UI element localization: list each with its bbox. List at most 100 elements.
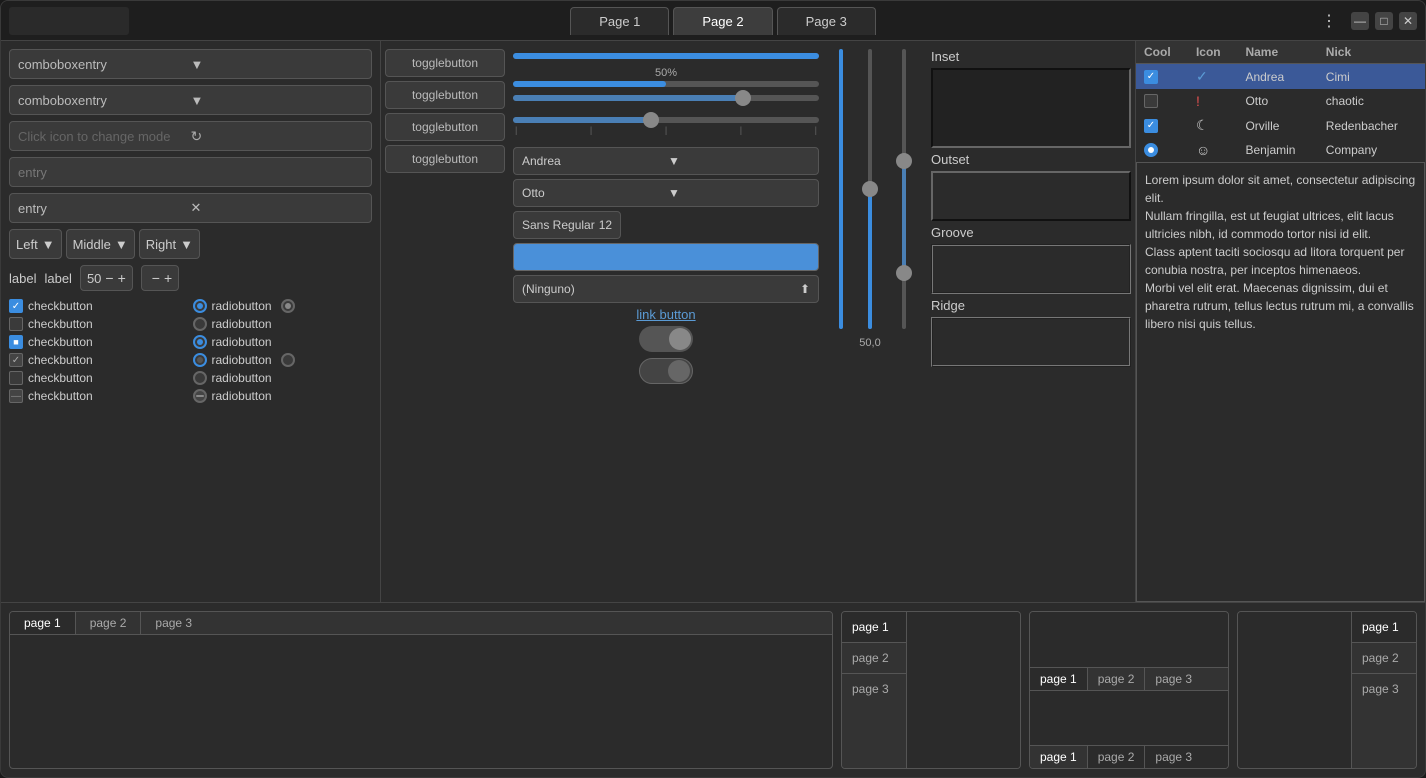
check-item-2[interactable]: checkbutton: [9, 317, 189, 331]
checkbox-4[interactable]: ✓: [9, 353, 23, 367]
tab-page3[interactable]: Page 3: [777, 7, 876, 35]
hslider4-ticks: | | | | |: [513, 125, 819, 135]
clear-button[interactable]: ✕: [191, 200, 364, 216]
dropdown-andrea-value: Andrea: [522, 154, 664, 168]
entry-mode[interactable]: Click icon to change mode ↻: [9, 121, 372, 151]
hslider2-track: [513, 81, 819, 87]
minimize-button[interactable]: —: [1351, 12, 1369, 30]
entry1[interactable]: entry: [9, 157, 372, 187]
bottom-area: page 1 page 2 page 3 page 1 page 2 page …: [1, 602, 1425, 777]
spin-up[interactable]: +: [118, 270, 126, 286]
main-window: Page 1 Page 2 Page 3 ⋮ — □ ✕ comboboxent…: [0, 0, 1426, 778]
toggle-switches: [513, 326, 819, 384]
checkbox-2[interactable]: [9, 317, 23, 331]
radio-6[interactable]: [193, 389, 207, 403]
nb3-btab-2[interactable]: page 2: [1088, 746, 1146, 768]
dropdown-andrea[interactable]: Andrea ▼: [513, 147, 819, 175]
radio-item-6[interactable]: radiobutton: [193, 389, 373, 403]
nb2-tab-3[interactable]: page 3: [842, 674, 906, 704]
nb4-tab-2[interactable]: page 2: [1352, 643, 1416, 674]
checkbox-3[interactable]: ■: [9, 335, 23, 349]
radio-item-1[interactable]: radiobutton: [193, 299, 373, 313]
hslider4-knob[interactable]: [643, 112, 659, 128]
middle-dropdown[interactable]: Middle ▼: [66, 229, 135, 259]
nb3-tab-1[interactable]: page 1: [1030, 668, 1088, 690]
radio-1[interactable]: [193, 299, 207, 313]
right-dropdown[interactable]: Right ▼: [139, 229, 200, 259]
spin-down[interactable]: −: [105, 270, 113, 286]
toggle-btn-4[interactable]: togglebutton: [385, 145, 505, 173]
table-row-1[interactable]: ✓ ✓ Andrea Cimi: [1136, 64, 1425, 90]
menu-button[interactable]: ⋮: [1317, 11, 1341, 31]
left-dropdown[interactable]: Left ▼: [9, 229, 62, 259]
nb3-btab-1[interactable]: page 1: [1030, 746, 1088, 768]
file-chooser[interactable]: (Ninguno) ⬆: [513, 275, 819, 303]
toggle-btn-2[interactable]: togglebutton: [385, 81, 505, 109]
switch-1[interactable]: [639, 326, 693, 352]
radio-item-5[interactable]: radiobutton: [193, 371, 373, 385]
spin2-down[interactable]: −: [152, 270, 160, 286]
radio-extra-1[interactable]: [281, 299, 295, 313]
color-button[interactable]: [513, 243, 819, 271]
mode-icon[interactable]: ↻: [191, 128, 364, 145]
hslider3-knob[interactable]: [735, 90, 751, 106]
switch-2-knob: [668, 360, 690, 382]
vslider1[interactable]: [831, 49, 851, 329]
check-item-5[interactable]: checkbutton: [9, 371, 189, 385]
radio-3[interactable]: [193, 335, 207, 349]
spinbox1[interactable]: 50 − +: [80, 265, 133, 291]
check-item-1[interactable]: ✓ checkbutton: [9, 299, 189, 313]
table-row-3[interactable]: ✓ ☾ Orville Redenbacher: [1136, 113, 1425, 138]
dropdown-otto[interactable]: Otto ▼: [513, 179, 819, 207]
titlebar-controls: ⋮ — □ ✕: [1317, 11, 1417, 31]
row3-name: Orville: [1237, 113, 1317, 138]
combo1[interactable]: comboboxentry ▼: [9, 49, 372, 79]
check-item-6[interactable]: — checkbutton: [9, 389, 189, 403]
radio-item-4[interactable]: radiobutton: [193, 353, 373, 367]
combo2[interactable]: comboboxentry ▼: [9, 85, 372, 115]
nb3-tab-3[interactable]: page 3: [1145, 668, 1202, 690]
checkbox-1[interactable]: ✓: [9, 299, 23, 313]
checkbox-5[interactable]: [9, 371, 23, 385]
nb4-tab-3[interactable]: page 3: [1352, 674, 1416, 704]
spinbox2[interactable]: − +: [141, 265, 179, 291]
nb3-btab-3[interactable]: page 3: [1145, 746, 1202, 768]
radio-5[interactable]: [193, 371, 207, 385]
nb1-tab-1[interactable]: page 1: [10, 612, 76, 634]
checkbox-6[interactable]: —: [9, 389, 23, 403]
vslider3[interactable]: [889, 49, 919, 329]
outset-box: [931, 171, 1131, 221]
vslider2[interactable]: 50,0: [855, 49, 885, 329]
nb4-tab-1[interactable]: page 1: [1352, 612, 1416, 643]
switch-2[interactable]: [639, 358, 693, 384]
dropdown-otto-value: Otto: [522, 186, 664, 200]
check-item-4[interactable]: ✓ checkbutton: [9, 353, 189, 367]
tab-page1[interactable]: Page 1: [570, 7, 669, 35]
toggle-btn-1[interactable]: togglebutton: [385, 49, 505, 77]
table-row-2[interactable]: ! Otto chaotic: [1136, 89, 1425, 113]
maximize-button[interactable]: □: [1375, 12, 1393, 30]
nb1-tab-3[interactable]: page 3: [141, 612, 206, 634]
nb2-tab-2[interactable]: page 2: [842, 643, 906, 674]
table-row-4[interactable]: ☺ Benjamin Company: [1136, 138, 1425, 162]
link-button[interactable]: link button: [513, 307, 819, 322]
radio-item-2[interactable]: radiobutton: [193, 317, 373, 331]
radio-4[interactable]: [193, 353, 207, 367]
radio-2[interactable]: [193, 317, 207, 331]
check-item-3[interactable]: ■ checkbutton: [9, 335, 189, 349]
tab-page2[interactable]: Page 2: [673, 7, 772, 35]
radio-item-3[interactable]: radiobutton: [193, 335, 373, 349]
row2-icon: !: [1188, 89, 1238, 113]
spin2-up[interactable]: +: [164, 270, 172, 286]
center-panel: togglebutton togglebutton togglebutton t…: [381, 41, 1135, 602]
ridge-box: [931, 317, 1131, 367]
close-button[interactable]: ✕: [1399, 12, 1417, 30]
toggle-btn-3[interactable]: togglebutton: [385, 113, 505, 141]
nb1-tab-2[interactable]: page 2: [76, 612, 142, 634]
font-chooser[interactable]: Sans Regular 12: [513, 211, 621, 239]
entry2[interactable]: entry ✕: [9, 193, 372, 223]
text-area[interactable]: Lorem ipsum dolor sit amet, consectetur …: [1136, 162, 1425, 602]
nb2-tab-1[interactable]: page 1: [842, 612, 906, 643]
nb3-tab-2[interactable]: page 2: [1088, 668, 1146, 690]
radio-extra-4[interactable]: [281, 353, 295, 367]
